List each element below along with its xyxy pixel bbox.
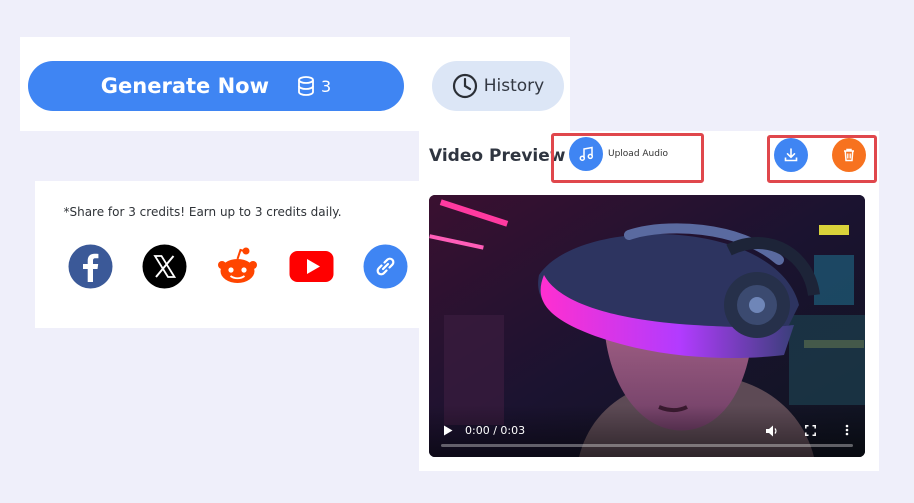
- history-label: History: [483, 76, 545, 96]
- credit-count: 3: [297, 76, 331, 96]
- video-player[interactable]: 0:00 / 0:03: [429, 195, 865, 457]
- link-icon: [363, 244, 408, 289]
- more-options-icon[interactable]: [845, 424, 849, 436]
- history-button[interactable]: History: [432, 61, 564, 111]
- volume-icon[interactable]: [765, 425, 779, 437]
- upload-audio-button[interactable]: [569, 137, 603, 171]
- download-button[interactable]: [774, 138, 808, 172]
- video-preview-title: Video Preview: [429, 146, 566, 166]
- generate-label: Generate Now: [100, 74, 269, 98]
- database-icon: [298, 76, 314, 96]
- share-note: *Share for 3 credits! Earn up to 3 credi…: [63, 205, 342, 219]
- video-controls: 0:00 / 0:03: [429, 405, 865, 457]
- clock-icon: [452, 73, 477, 99]
- delete-button[interactable]: [832, 138, 866, 172]
- trash-icon: [844, 148, 854, 162]
- share-x-button[interactable]: [142, 244, 187, 289]
- reddit-icon: [218, 247, 257, 283]
- download-icon: [784, 148, 798, 162]
- video-preview-panel: Video Preview Upload Audio 0:00 / 0:03: [419, 131, 879, 471]
- facebook-icon: [68, 244, 113, 289]
- video-time: 0:00 / 0:03: [465, 424, 526, 437]
- share-facebook-button[interactable]: [68, 244, 113, 289]
- generate-panel: Generate Now 3 History: [20, 37, 570, 131]
- credit-value: 3: [321, 76, 332, 96]
- generate-now-button[interactable]: Generate Now 3: [28, 61, 404, 111]
- music-note-icon: [579, 146, 594, 161]
- upload-audio-label[interactable]: Upload Audio: [608, 149, 668, 159]
- youtube-icon: [289, 251, 334, 282]
- fullscreen-icon[interactable]: [805, 425, 816, 436]
- share-panel: *Share for 3 credits! Earn up to 3 credi…: [35, 181, 425, 328]
- x-icon: [142, 244, 187, 289]
- share-youtube-button[interactable]: [289, 244, 334, 289]
- share-link-button[interactable]: [363, 244, 408, 289]
- play-icon[interactable]: [443, 425, 453, 436]
- video-progress-bar[interactable]: [441, 444, 853, 447]
- share-reddit-button[interactable]: [215, 244, 260, 289]
